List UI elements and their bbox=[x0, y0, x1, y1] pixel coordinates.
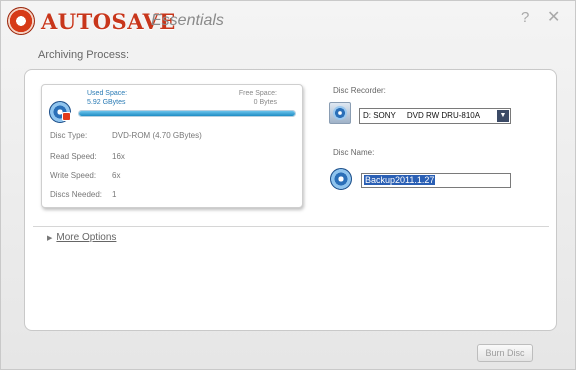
burn-disc-button[interactable]: Burn Disc bbox=[477, 344, 533, 362]
write-speed-label: Write Speed: bbox=[50, 171, 97, 180]
read-speed-label: Read Speed: bbox=[50, 152, 97, 161]
free-space-label: Free Space: bbox=[238, 90, 277, 97]
help-button[interactable]: ? bbox=[521, 9, 529, 26]
disc-info-box: Used Space: 5.92 GBytes Free Space: 0 By… bbox=[41, 84, 303, 208]
warning-badge-icon bbox=[62, 112, 71, 121]
autosave-window: AUTOSAVE Essentials ? ✕ Archiving Proces… bbox=[0, 0, 576, 370]
close-button[interactable]: ✕ bbox=[547, 7, 560, 27]
section-title: Archiving Process: bbox=[38, 49, 130, 61]
discs-needed-value: 1 bbox=[112, 190, 117, 199]
disc-recorder-icon bbox=[329, 102, 351, 124]
discs-needed-label: Discs Needed: bbox=[50, 190, 103, 199]
write-speed-value: 6x bbox=[112, 171, 121, 180]
lifebuoy-icon bbox=[7, 7, 35, 35]
disc-type-label: Disc Type: bbox=[50, 131, 88, 140]
free-space-value: 0 Bytes bbox=[253, 99, 277, 106]
archive-panel: Used Space: 5.92 GBytes Free Space: 0 By… bbox=[24, 69, 557, 331]
disc-name-label: Disc Name: bbox=[333, 148, 375, 157]
disc-recorder-selected: D: SONY DVD RW DRU-810A bbox=[363, 111, 481, 120]
more-options-link[interactable]: ▶ More Options bbox=[47, 232, 116, 243]
triangle-right-icon: ▶ bbox=[47, 235, 53, 242]
disc-recorder-select[interactable]: D: SONY DVD RW DRU-810A ▼ bbox=[359, 108, 511, 124]
used-space-value: 5.92 GBytes bbox=[87, 99, 126, 106]
disc-type-value: DVD-ROM (4.70 GBytes) bbox=[112, 131, 202, 140]
disc-name-input[interactable]: Backup2011.1.27 bbox=[361, 173, 511, 188]
space-usage-bar bbox=[78, 110, 296, 117]
more-options-label: More Options bbox=[56, 232, 117, 243]
disc-name-value: Backup2011.1.27 bbox=[364, 175, 436, 185]
disc-recorder-label: Disc Recorder: bbox=[333, 86, 386, 95]
chevron-down-icon[interactable]: ▼ bbox=[497, 110, 509, 122]
title-bar: AUTOSAVE Essentials ? ✕ bbox=[1, 1, 576, 39]
divider bbox=[33, 226, 549, 227]
app-brand-subtitle: Essentials bbox=[151, 12, 224, 29]
read-speed-value: 16x bbox=[112, 152, 125, 161]
disc-icon bbox=[330, 168, 352, 190]
space-usage-fill bbox=[79, 111, 295, 116]
used-space-label: Used Space: bbox=[87, 90, 128, 97]
